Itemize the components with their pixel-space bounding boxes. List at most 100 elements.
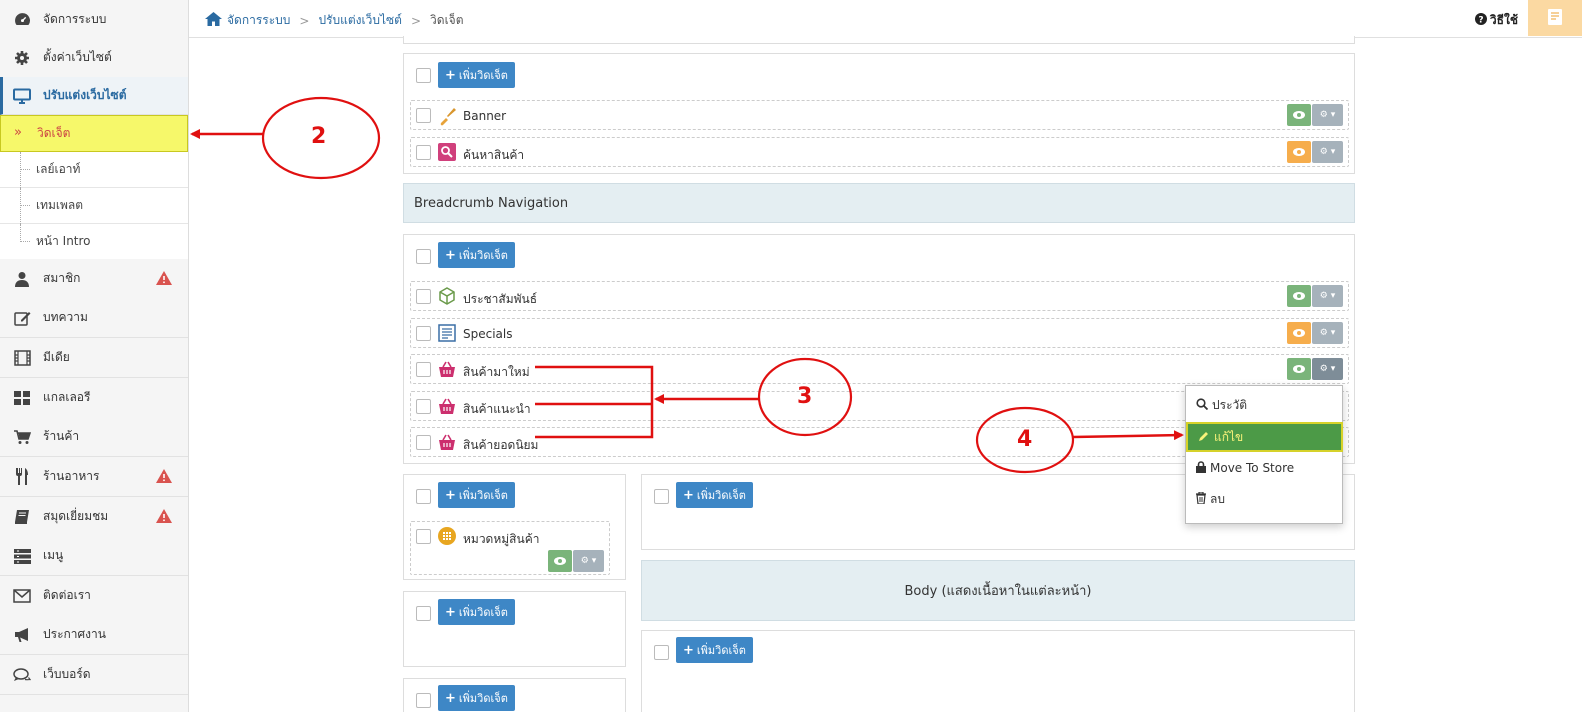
add-widget-button[interactable]: + เพิ่มวิดเจ็ต (438, 482, 515, 508)
film-icon (13, 349, 31, 367)
help-label: วิธีใช้ (1489, 13, 1518, 27)
basket-icon (438, 433, 458, 453)
sidebar-item-articles[interactable]: บทความ (0, 298, 188, 338)
home-icon[interactable] (205, 12, 222, 29)
layout-section-body: Body (แสดงเนื้อหาในแต่ละหน้า) (641, 560, 1355, 621)
envelope-icon (13, 587, 31, 605)
sidebar-item-gallery[interactable]: แกลเลอรี (0, 378, 188, 418)
sidebar-item-customize[interactable]: ปรับแต่งเว็บไซต์ (0, 77, 188, 115)
visibility-toggle-button[interactable] (1287, 141, 1311, 163)
sidebar-item-label: เว็บบอร์ด (43, 667, 91, 681)
eye-icon (1293, 289, 1305, 303)
sidebar-item-shop[interactable]: ร้านค้า (0, 417, 188, 457)
sidebar-item-label: ตั้งค่าเว็บไซต์ (43, 50, 112, 64)
widget-row[interactable]: ประชาสัมพันธ์ ⚙ ▾ (410, 281, 1349, 311)
help-link[interactable]: ? วิธีใช้ (1474, 11, 1518, 30)
annotation-circle-2 (261, 96, 381, 180)
subitem-label: เทมเพลต (36, 198, 84, 212)
menu-item-label: ลบ (1210, 491, 1225, 506)
widget-row[interactable]: ค้นหาสินค้า ⚙ ▾ (410, 137, 1349, 167)
menu-item-history[interactable]: ประวัติ (1186, 390, 1342, 420)
gear-caret-icon: ⚙ ▾ (1319, 147, 1336, 157)
add-widget-button[interactable]: + เพิ่มวิดเจ็ต (676, 482, 753, 508)
widget-checkbox[interactable] (416, 145, 431, 160)
eye-icon (1293, 362, 1305, 376)
sidebar-item-jobs[interactable]: ประกาศงาน (0, 615, 188, 655)
category-grid-icon (438, 527, 458, 547)
comments-icon (13, 666, 31, 684)
widget-name: ค้นหาสินค้า (463, 148, 525, 162)
section-title: Body (แสดงเนื้อหาในแต่ละหน้า) (904, 584, 1092, 599)
add-widget-button[interactable]: + เพิ่มวิดเจ็ต (438, 685, 515, 711)
select-all-checkbox[interactable] (416, 249, 431, 264)
menu-item-delete[interactable]: ลบ (1186, 484, 1342, 514)
breadcrumb-link-system[interactable]: จัดการระบบ (227, 11, 290, 30)
widget-row[interactable]: สินค้ามาใหม่ ⚙ ▾ (410, 354, 1349, 384)
sidebar-subitem-layout[interactable]: เลย์เอาท์ (0, 152, 188, 188)
widget-checkbox[interactable] (416, 399, 431, 414)
visibility-toggle-button[interactable] (1287, 358, 1311, 380)
list-doc-icon (438, 324, 458, 344)
widget-settings-button[interactable]: ⚙ ▾ (573, 550, 604, 572)
top-bar: จัดการระบบ > ปรับแต่งเว็บไซต์ > วิดเจ็ต … (189, 0, 1582, 38)
widget-checkbox[interactable] (416, 289, 431, 304)
sidebar-item-menu[interactable]: เมนู (0, 536, 188, 576)
widget-row[interactable]: Specials ⚙ ▾ (410, 318, 1349, 348)
warning-icon (156, 469, 172, 486)
sidebar-item-contact[interactable]: ติดต่อเรา (0, 576, 188, 616)
visibility-toggle-button[interactable] (548, 550, 572, 572)
select-all-checkbox[interactable] (416, 68, 431, 83)
menu-item-edit[interactable]: แก้ไข (1186, 422, 1343, 452)
visibility-toggle-button[interactable] (1287, 104, 1311, 126)
widget-checkbox[interactable] (416, 362, 431, 377)
widget-row[interactable]: Banner ⚙ ▾ (410, 100, 1349, 130)
monitor-icon (13, 87, 31, 105)
widget-settings-button-open[interactable]: ⚙ ▾ (1312, 358, 1343, 380)
add-widget-button[interactable]: + เพิ่มวิดเจ็ต (676, 637, 753, 663)
sidebar-subitem-template[interactable]: เทมเพลต (0, 188, 188, 224)
sidebar-item-restaurant[interactable]: ร้านอาหาร (0, 457, 188, 497)
select-all-checkbox[interactable] (654, 645, 669, 660)
widget-checkbox[interactable] (416, 108, 431, 123)
add-widget-button[interactable]: + เพิ่มวิดเจ็ต (438, 599, 515, 625)
add-widget-button[interactable]: + เพิ่มวิดเจ็ต (438, 242, 515, 268)
breadcrumb-link-customize[interactable]: ปรับแต่งเว็บไซต์ (318, 11, 402, 30)
sidebar-item-members[interactable]: สมาชิก (0, 259, 188, 299)
user-icon (13, 270, 31, 288)
widget-settings-button[interactable]: ⚙ ▾ (1312, 322, 1343, 344)
widget-checkbox[interactable] (416, 326, 431, 341)
sidebar: จัดการระบบ ตั้งค่าเว็บไซต์ ปรับแต่งเว็บไ… (0, 0, 189, 712)
widget-checkbox[interactable] (416, 529, 431, 544)
subitem-label: เลย์เอาท์ (36, 162, 81, 176)
add-widget-button[interactable]: + เพิ่มวิดเจ็ต (438, 62, 515, 88)
select-all-checkbox[interactable] (416, 606, 431, 621)
manual-book-button[interactable] (1528, 0, 1582, 36)
sidebar-subitem-widgets[interactable]: » วิดเจ็ต (0, 115, 188, 152)
widget-panel-header: + เพิ่มวิดเจ็ต Banner ⚙ ▾ ค้นหาสินค้า ⚙ ▾ (403, 53, 1355, 174)
select-all-checkbox[interactable] (416, 693, 431, 708)
annotation-label-2: 2 (311, 124, 327, 149)
widget-settings-button[interactable]: ⚙ ▾ (1312, 141, 1343, 163)
sidebar-item-media[interactable]: มีเดีย (0, 338, 188, 378)
widget-settings-dropdown: ประวัติ แก้ไข Move To Store ลบ (1185, 385, 1343, 524)
visibility-toggle-button[interactable] (1287, 285, 1311, 307)
question-circle-icon: ? (1474, 13, 1487, 28)
megaphone-icon (13, 626, 31, 644)
sidebar-item-webboard[interactable]: เว็บบอร์ด (0, 655, 188, 695)
widget-name: Banner (463, 109, 507, 123)
layout-panel-top-partial (403, 36, 1355, 44)
widget-settings-button[interactable]: ⚙ ▾ (1312, 104, 1343, 126)
widget-row[interactable]: หมวดหมู่สินค้า ⚙ ▾ (410, 521, 610, 575)
breadcrumb-current: วิดเจ็ต (430, 13, 464, 27)
widget-settings-button[interactable]: ⚙ ▾ (1312, 285, 1343, 307)
sidebar-item-system[interactable]: จัดการระบบ (0, 0, 188, 40)
select-all-checkbox[interactable] (654, 489, 669, 504)
visibility-toggle-button[interactable] (1287, 322, 1311, 344)
double-chevron-icon: » (14, 125, 22, 140)
select-all-checkbox[interactable] (416, 489, 431, 504)
sidebar-item-guestbook[interactable]: สมุดเยี่ยมชม (0, 497, 188, 537)
menu-item-move-to-store[interactable]: Move To Store (1186, 453, 1342, 483)
widget-checkbox[interactable] (416, 435, 431, 450)
sidebar-item-settings[interactable]: ตั้งค่าเว็บไซต์ (0, 38, 188, 78)
sidebar-subitem-intro[interactable]: หน้า Intro (0, 224, 188, 260)
